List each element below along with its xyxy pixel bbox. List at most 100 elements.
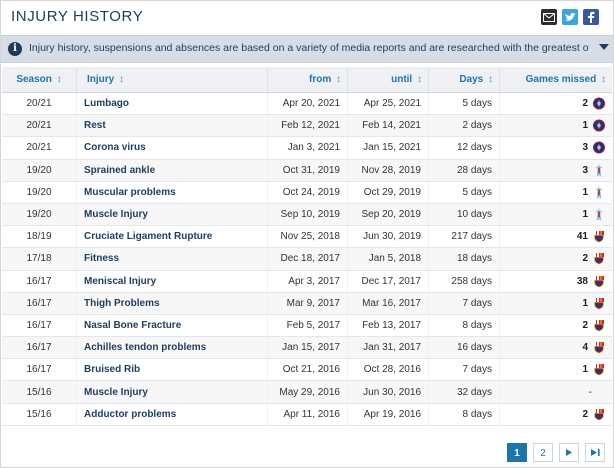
table-row: 15/16 Muscle Injury May 29, 2016 Jun 30,… <box>2 380 612 404</box>
column-header-injury[interactable]: Injury ↕ <box>76 67 268 93</box>
injury-cell: Bruised Rib <box>76 358 268 382</box>
from-date-cell: Sep 10, 2019 <box>267 203 348 227</box>
until-date-cell: Nov 28, 2019 <box>347 159 429 182</box>
twitter-icon[interactable] <box>562 9 578 25</box>
chevron-down-icon[interactable] <box>599 44 609 50</box>
column-header-days[interactable]: Days ↕ <box>428 67 500 93</box>
fcb-crest-icon[interactable] <box>593 297 605 310</box>
season-cell: 16/17 <box>2 358 77 382</box>
games-missed-cell: 1 <box>499 181 612 204</box>
until-date-cell: Jan 31, 2017 <box>347 336 429 360</box>
celta-crest-icon[interactable] <box>593 185 605 199</box>
from-date-cell: Oct 24, 2019 <box>267 181 348 204</box>
injury-cell: Nasal Bone Fracture <box>76 314 268 338</box>
from-date-cell: Apr 11, 2016 <box>267 403 348 426</box>
days-cell: 217 days <box>428 225 500 249</box>
from-date-cell: Apr 3, 2017 <box>267 270 348 293</box>
injury-table: Season ↕ Injury ↕ from ↕ until ↕ Days ↕ … <box>2 67 612 426</box>
injury-history-widget: INJURY HISTORY i Injury history, suspens… <box>0 0 614 468</box>
games-missed-cell: 2 <box>499 247 612 271</box>
chevron-right-icon <box>566 449 572 456</box>
season-cell: 15/16 <box>2 403 77 426</box>
games-missed-value: 1 <box>582 364 588 376</box>
season-cell: 19/20 <box>2 203 77 227</box>
games-missed-cell: 2 <box>499 403 612 426</box>
page-1-button[interactable]: 1 <box>507 443 527 462</box>
fcb-crest-icon[interactable] <box>593 319 605 332</box>
season-cell: 16/17 <box>2 336 77 360</box>
season-cell: 20/21 <box>2 114 77 138</box>
injury-cell: Lumbago <box>76 92 268 116</box>
games-missed-value: 2 <box>582 319 588 331</box>
injury-cell: Muscle Injury <box>76 380 268 404</box>
table-row: 19/20 Muscle Injury Sep 10, 2019 Sep 20,… <box>2 203 612 227</box>
last-page-icon <box>590 449 600 456</box>
injury-cell: Cruciate Ligament Rupture <box>76 225 268 249</box>
until-date-cell: Oct 28, 2016 <box>347 358 429 382</box>
column-header-from[interactable]: from ↕ <box>267 67 348 93</box>
psg-crest-icon[interactable] <box>593 97 605 110</box>
table-row: 18/19 Cruciate Ligament Rupture Nov 25, … <box>2 225 612 249</box>
sort-icon: ↕ <box>336 74 341 85</box>
games-missed-cell: 41 <box>499 225 612 249</box>
until-date-cell: Mar 16, 2017 <box>347 292 429 315</box>
from-date-cell: Apr 20, 2021 <box>267 92 348 116</box>
fcb-crest-icon[interactable] <box>593 252 605 265</box>
last-page-button[interactable] <box>585 443 605 462</box>
injury-cell: Sprained ankle <box>76 159 268 182</box>
page-2-button[interactable]: 2 <box>533 443 553 462</box>
column-header-until[interactable]: until ↕ <box>347 67 429 93</box>
days-cell: 2 days <box>428 114 500 138</box>
injury-cell: Thigh Problems <box>76 292 268 315</box>
games-missed-value: 2 <box>582 253 588 265</box>
sort-icon: ↕ <box>119 74 125 85</box>
info-banner[interactable]: i Injury history, suspensions and absenc… <box>1 35 613 63</box>
games-missed-value: 1 <box>582 209 588 221</box>
season-cell: 19/20 <box>2 159 77 182</box>
days-cell: 5 days <box>428 92 500 116</box>
envelope-icon[interactable] <box>541 9 557 25</box>
days-cell: 7 days <box>428 358 500 382</box>
games-missed-cell: 2 <box>499 314 612 338</box>
column-header-season[interactable]: Season ↕ <box>2 67 77 93</box>
from-date-cell: Nov 25, 2018 <box>267 225 348 249</box>
until-date-cell: Jun 30, 2016 <box>347 380 429 404</box>
next-page-button[interactable] <box>559 443 579 462</box>
injury-cell: Corona virus <box>76 136 268 160</box>
games-missed-value: 1 <box>582 186 588 198</box>
games-missed-cell: 38 <box>499 270 612 293</box>
injury-cell: Achilles tendon problems <box>76 336 268 360</box>
fcb-crest-icon[interactable] <box>593 230 605 243</box>
sort-icon: ↕ <box>488 74 493 85</box>
fcb-crest-icon[interactable] <box>593 341 605 354</box>
season-cell: 16/17 <box>2 292 77 315</box>
psg-crest-icon[interactable] <box>593 141 605 154</box>
days-cell: 28 days <box>428 159 500 182</box>
season-cell: 15/16 <box>2 380 77 404</box>
celta-crest-icon[interactable] <box>593 163 605 177</box>
fcb-crest-icon[interactable] <box>593 363 605 376</box>
table-row: 17/18 Fitness Dec 18, 2017 Jan 5, 2018 1… <box>2 247 612 271</box>
from-date-cell: Oct 21, 2016 <box>267 358 348 382</box>
until-date-cell: Feb 13, 2017 <box>347 314 429 338</box>
sort-icon: ↕ <box>56 74 62 85</box>
facebook-icon[interactable] <box>583 9 599 25</box>
from-date-cell: Feb 12, 2021 <box>267 114 348 138</box>
until-date-cell: Feb 14, 2021 <box>347 114 429 138</box>
fcb-crest-icon[interactable] <box>593 408 605 421</box>
games-missed-cell: 3 <box>499 136 612 160</box>
table-row: 20/21 Rest Feb 12, 2021 Feb 14, 2021 2 d… <box>2 114 612 138</box>
info-icon: i <box>8 42 22 56</box>
column-header-games-missed[interactable]: Games missed ↕ <box>499 67 612 93</box>
fcb-crest-icon[interactable] <box>593 275 605 288</box>
games-missed-value: 3 <box>582 142 588 154</box>
games-missed-value: 41 <box>576 231 588 243</box>
games-missed-cell: 3 <box>499 159 612 182</box>
season-cell: 20/21 <box>2 136 77 160</box>
games-missed-value: 1 <box>582 297 588 309</box>
sort-icon: ↕ <box>601 74 606 85</box>
days-cell: 16 days <box>428 336 500 360</box>
psg-crest-icon[interactable] <box>593 119 605 132</box>
injury-cell: Muscle Injury <box>76 203 268 227</box>
celta-crest-icon[interactable] <box>593 208 605 222</box>
